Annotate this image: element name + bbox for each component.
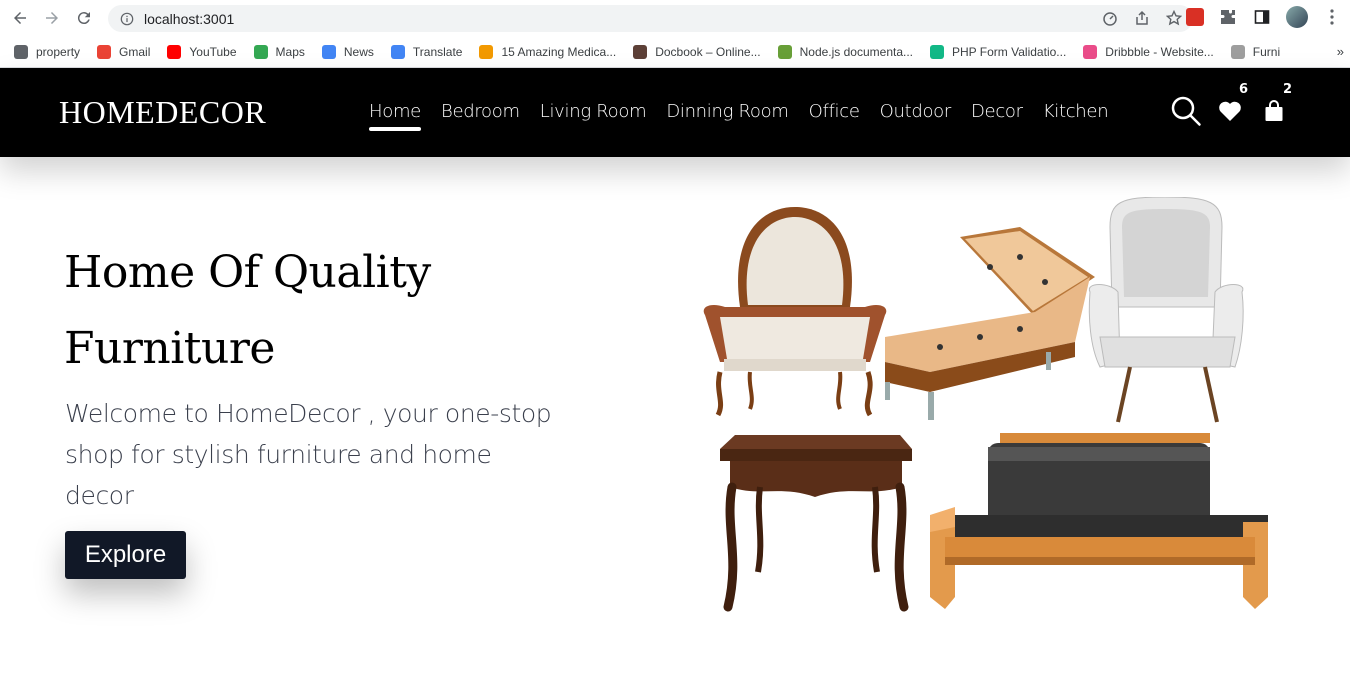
cart-button[interactable]: 2 <box>1258 82 1292 128</box>
bookmark-label: Maps <box>275 44 305 59</box>
extension-icon[interactable] <box>1186 8 1204 26</box>
nav-link-bedroom[interactable]: Bedroom <box>441 101 520 122</box>
nav-link-living-room[interactable]: Living Room <box>540 101 647 122</box>
browser-toolbar: localhost:3001 <box>0 0 1350 36</box>
reload-button[interactable] <box>72 6 96 30</box>
bag-icon <box>1265 100 1283 121</box>
info-icon <box>120 12 134 25</box>
bookmark-label: Translate <box>412 44 463 59</box>
profile-avatar[interactable] <box>1286 6 1308 28</box>
hero-subtitle: Welcome to HomeDecor , your one-stop sho… <box>65 399 552 510</box>
nav-link-decor[interactable]: Decor <box>971 101 1023 122</box>
bookmark-item[interactable]: News <box>321 44 374 59</box>
bookmarks-overflow-button[interactable]: » <box>1337 44 1344 59</box>
bookmark-item[interactable]: Furni <box>1230 44 1281 59</box>
puzzle-icon[interactable] <box>1218 7 1238 27</box>
news-icon <box>321 44 336 59</box>
chaise-lounge-illustration <box>885 227 1095 420</box>
arrow-left-icon <box>14 12 26 24</box>
bookmark-item[interactable]: Translate <box>390 44 463 59</box>
bookmark-label: YouTube <box>189 44 237 59</box>
nav-link-home[interactable]: Home <box>369 101 421 131</box>
site-logo[interactable]: HOMEDECOR <box>59 94 266 131</box>
gmail-icon <box>97 44 112 59</box>
arrow-right-icon <box>46 12 58 24</box>
bookmark-item[interactable]: PHP Form Validatio... <box>930 44 1067 59</box>
back-button[interactable] <box>8 6 32 30</box>
bookmark-item[interactable]: Gmail <box>97 44 151 59</box>
bookmark-item[interactable]: Dribbble - Website... <box>1083 44 1214 59</box>
url-text[interactable]: localhost:3001 <box>144 11 234 27</box>
wishlist-count: 6 <box>1238 82 1248 97</box>
dribbble-icon <box>1083 44 1098 59</box>
bookmark-item[interactable]: 15 Amazing Medica... <box>479 44 617 59</box>
translate-icon <box>390 44 405 59</box>
bookmark-item[interactable]: Docbook – Online... <box>633 44 761 59</box>
nodejs-icon <box>777 44 792 59</box>
bookmark-label: Node.js documenta... <box>799 44 914 59</box>
bookmark-label: 15 Amazing Medica... <box>501 44 617 59</box>
docbook-icon <box>633 44 648 59</box>
figure-icon <box>479 44 494 59</box>
bookmark-label: PHP Form Validatio... <box>952 44 1067 59</box>
cart-count: 2 <box>1282 82 1292 97</box>
star-icon[interactable] <box>1165 9 1183 27</box>
bookmark-item[interactable]: property <box>14 44 81 59</box>
hero-title-line2: Furniture <box>64 323 275 374</box>
youtube-icon <box>167 44 182 59</box>
site-navbar: HOMEDECOR Home Bedroom Living Room Dinning … <box>0 68 1350 157</box>
nav-actions: 6 2 <box>1170 82 1292 128</box>
maps-icon <box>253 44 268 59</box>
share-icon[interactable] <box>1133 9 1151 27</box>
bookmark-item[interactable]: YouTube <box>167 44 237 59</box>
bookmark-label: Furni <box>1252 44 1281 59</box>
furniture-collage-image <box>703 197 1268 612</box>
classic-armchair-illustration <box>703 207 887 417</box>
furni-icon <box>1230 44 1245 59</box>
forward-button[interactable] <box>40 6 64 30</box>
globe-icon <box>14 44 28 59</box>
wishlist-button[interactable]: 6 <box>1214 82 1248 128</box>
menu-dots-icon[interactable] <box>1322 7 1342 27</box>
reload-icon <box>77 12 90 25</box>
bookmark-label: Dribbble - Website... <box>1105 44 1214 59</box>
main-menu: Home Bedroom Living Room Dinning Room Office… <box>369 101 1109 131</box>
nav-link-dinning-room[interactable]: Dinning Room <box>666 101 789 122</box>
hero-title: Home Of Quality Furniture <box>64 235 584 387</box>
php-icon <box>930 44 945 59</box>
nav-link-kitchen[interactable]: Kitchen <box>1043 101 1109 122</box>
bookmark-label: News <box>343 44 374 59</box>
search-button[interactable] <box>1170 94 1202 128</box>
sofa-illustration <box>930 433 1268 609</box>
hero-section: Home Of Quality Furniture Welcome to Hom… <box>0 157 1350 685</box>
side-panel-icon[interactable] <box>1252 7 1272 27</box>
bookmark-item[interactable]: Node.js documenta... <box>777 44 914 59</box>
performance-icon[interactable] <box>1101 9 1119 27</box>
bookmark-item[interactable]: Maps <box>253 44 305 59</box>
side-table-illustration <box>720 435 912 612</box>
search-icon <box>1171 96 1201 126</box>
nav-link-outdoor[interactable]: Outdoor <box>880 101 952 122</box>
explore-button[interactable]: Explore <box>65 531 186 579</box>
modern-armchair-illustration <box>1088 197 1244 423</box>
address-bar[interactable]: localhost:3001 <box>108 5 1193 32</box>
bookmark-label: Docbook – Online... <box>655 44 761 59</box>
bookmarks-bar: property Gmail YouTube Maps News Translate 15 … <box>0 36 1350 68</box>
hero-title-line1: Home Of Quality <box>64 247 431 298</box>
bookmark-label: Gmail <box>119 44 151 59</box>
heart-icon <box>1219 101 1241 121</box>
nav-link-office[interactable]: Office <box>809 101 860 122</box>
bookmark-label: property <box>36 44 81 59</box>
